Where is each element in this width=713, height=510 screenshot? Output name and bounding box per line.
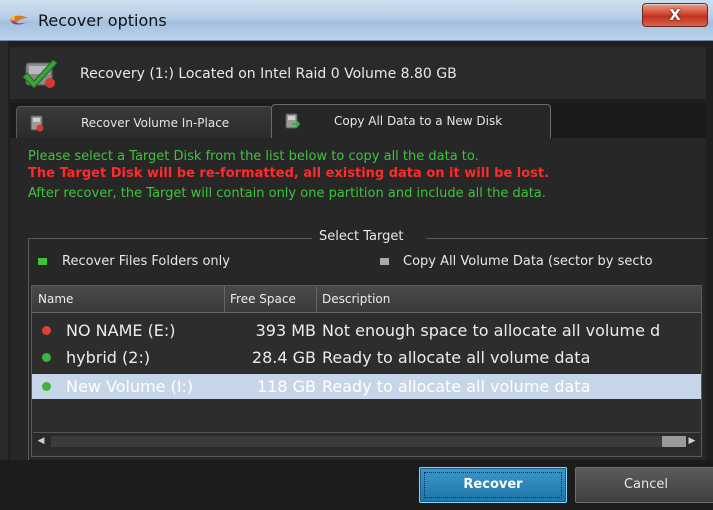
scroll-thumb[interactable] [662, 436, 686, 447]
recover-files-option-indicator[interactable] [38, 258, 47, 265]
tab-recover-in-place-label: Recover Volume In-Place [81, 116, 230, 130]
column-divider[interactable] [316, 286, 317, 312]
window-left-edge [0, 41, 8, 510]
target-disk-list[interactable]: Name Free Space Description NO NAME (E:)… [31, 285, 702, 457]
disk-description: Ready to allocate all volume data [322, 348, 591, 367]
status-ok-icon [42, 353, 51, 362]
scroll-track[interactable] [51, 436, 681, 447]
result-message: After recover, the Target will contain o… [28, 186, 546, 201]
volume-info: Recovery (1:) Located on Intel Raid 0 Vo… [80, 66, 457, 82]
copy-drive-icon [285, 113, 300, 129]
column-free-space[interactable]: Free Space [230, 292, 296, 306]
horizontal-scrollbar[interactable]: ◀ ▶ [33, 432, 700, 450]
status-error-icon [42, 326, 51, 335]
scroll-left-icon[interactable]: ◀ [33, 433, 49, 450]
app-icon [10, 15, 28, 25]
group-border-left [28, 238, 312, 239]
disk-name: hybrid (2:) [66, 348, 151, 367]
tab-copy-to-new-disk[interactable]: Copy All Data to a New Disk [271, 104, 551, 138]
disk-name: NO NAME (E:) [66, 321, 176, 340]
disk-description: Not enough space to allocate all volume … [322, 321, 661, 340]
cancel-button[interactable]: Cancel [575, 467, 713, 503]
copy-sector-option-indicator[interactable] [380, 258, 389, 265]
list-header: Name Free Space Description [32, 286, 701, 313]
disk-free-space: 28.4 GB [251, 348, 316, 367]
group-border-right [426, 238, 708, 239]
list-item-selected[interactable]: New Volume (I:) 118 GB Ready to allocate… [32, 374, 701, 399]
cancel-button-label: Cancel [623, 477, 669, 492]
column-description[interactable]: Description [322, 292, 390, 306]
copy-sector-option[interactable]: Copy All Volume Data (sector by secto [403, 254, 653, 269]
warning-message: The Target Disk will be re-formatted, al… [28, 166, 550, 181]
disk-description: Ready to allocate all volume data [322, 377, 591, 396]
close-icon: X [669, 6, 681, 24]
window-title: Recover options [38, 11, 167, 30]
list-item[interactable]: hybrid (2:) 28.4 GB Ready to allocate al… [32, 345, 701, 370]
close-button[interactable]: X [642, 3, 708, 27]
recovery-drive-icon [22, 59, 58, 89]
select-target-title: Select Target [319, 229, 404, 244]
disk-free-space: 393 MB [255, 321, 316, 340]
recover-files-option[interactable]: Recover Files Folders only [62, 254, 230, 269]
scroll-right-icon[interactable]: ▶ [684, 433, 700, 450]
column-name[interactable]: Name [38, 292, 73, 306]
tab-copy-to-new-disk-label: Copy All Data to a New Disk [334, 114, 503, 128]
instruction-message: Please select a Target Disk from the lis… [28, 149, 479, 164]
tab-recover-in-place[interactable]: Recover Volume In-Place [16, 106, 272, 139]
column-divider[interactable] [224, 286, 225, 312]
list-item[interactable]: NO NAME (E:) 393 MB Not enough space to … [32, 318, 701, 343]
focus-ring [424, 472, 562, 498]
status-ok-icon [42, 382, 51, 391]
disk-name: New Volume (I:) [66, 377, 194, 396]
disk-free-space: 118 GB [257, 377, 316, 396]
in-place-drive-icon [30, 115, 44, 132]
recover-button[interactable]: Recover [419, 467, 567, 503]
